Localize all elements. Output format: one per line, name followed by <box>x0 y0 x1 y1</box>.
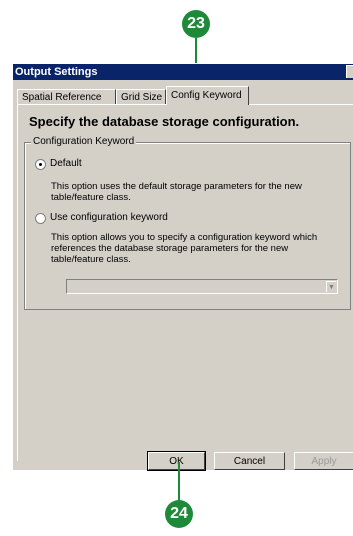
output-settings-dialog: Output Settings Spatial Reference Grid S… <box>12 63 353 471</box>
tab-config-keyword[interactable]: Config Keyword <box>166 86 249 105</box>
panel-heading: Specify the database storage configurati… <box>29 114 300 129</box>
default-radio[interactable] <box>35 159 46 170</box>
use-keyword-radio[interactable] <box>35 213 46 224</box>
tab-grid-size[interactable]: Grid Size <box>116 89 166 104</box>
close-button[interactable] <box>346 65 353 78</box>
radio-selected-dot <box>39 163 42 166</box>
default-radio-label[interactable]: Default <box>50 158 82 169</box>
ok-button[interactable]: OK <box>147 451 206 471</box>
use-keyword-radio-label[interactable]: Use configuration keyword <box>50 212 168 223</box>
keyword-dropdown[interactable]: ▼ <box>66 279 338 294</box>
default-description: This option uses the default storage par… <box>51 181 302 203</box>
callout-24-leader <box>178 462 180 502</box>
chevron-down-icon[interactable]: ▼ <box>326 281 336 292</box>
tab-spatial-reference[interactable]: Spatial Reference <box>17 89 116 104</box>
callout-24: 24 <box>165 500 193 528</box>
keyword-description: This option allows you to specify a conf… <box>51 232 318 265</box>
callout-23: 23 <box>182 10 210 38</box>
title-bar[interactable]: Output Settings <box>13 64 353 80</box>
cancel-button[interactable]: Cancel <box>214 452 285 470</box>
group-legend: Configuration Keyword <box>31 136 137 147</box>
window-title: Output Settings <box>15 66 98 78</box>
apply-button[interactable]: Apply <box>294 452 353 470</box>
